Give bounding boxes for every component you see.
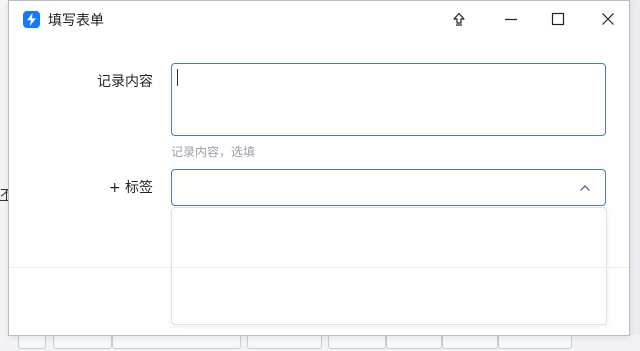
chevron-up-icon bbox=[580, 185, 590, 191]
background-cell bbox=[247, 335, 322, 349]
maximize-button[interactable] bbox=[543, 7, 573, 31]
lightning-icon bbox=[23, 11, 40, 28]
background-cell bbox=[18, 335, 46, 349]
maximize-icon bbox=[551, 12, 565, 26]
background-cell bbox=[498, 335, 572, 349]
background-app-right bbox=[630, 0, 640, 351]
background-cell bbox=[442, 335, 498, 349]
background-app-left bbox=[0, 0, 8, 351]
tag-dropdown-list[interactable] bbox=[171, 207, 607, 325]
form-dialog: 填写表单 记录内容 记录内容，选填 + 标签 bbox=[8, 0, 630, 336]
add-tag-label[interactable]: + 标签 bbox=[109, 177, 153, 197]
record-content-hint: 记录内容，选填 bbox=[171, 145, 256, 159]
background-cell bbox=[386, 335, 442, 349]
window-title: 填写表单 bbox=[48, 13, 104, 29]
title-bar[interactable]: 填写表单 bbox=[9, 1, 629, 37]
minimize-button[interactable] bbox=[496, 7, 526, 31]
pin-button[interactable] bbox=[444, 7, 474, 31]
background-cell bbox=[53, 335, 112, 349]
record-content-textarea[interactable] bbox=[171, 63, 606, 136]
close-button[interactable] bbox=[593, 7, 623, 31]
close-icon bbox=[602, 13, 614, 25]
background-cell bbox=[112, 335, 241, 349]
background-app-bottom bbox=[0, 335, 640, 351]
pin-icon bbox=[453, 12, 465, 26]
record-content-label: 记录内容 bbox=[97, 74, 153, 90]
footer-divider bbox=[9, 267, 629, 268]
tag-select[interactable] bbox=[171, 169, 606, 206]
minimize-icon bbox=[505, 18, 517, 21]
text-caret bbox=[177, 69, 178, 86]
background-cell bbox=[328, 335, 386, 349]
